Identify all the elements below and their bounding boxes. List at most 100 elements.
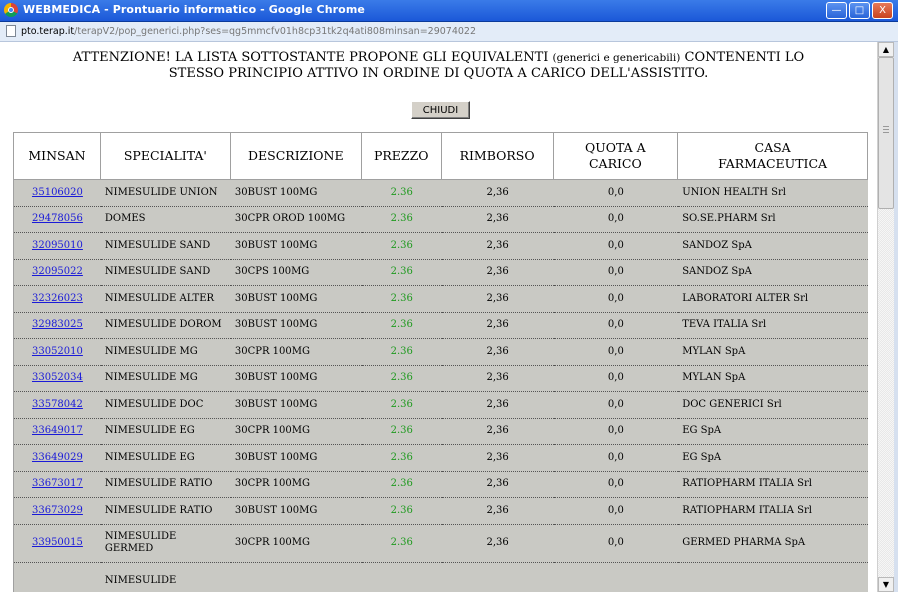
header-specialita[interactable]: SPECIALITA' (100, 132, 231, 180)
table-row: 32095010 NIMESULIDE SAND 30BUST 100MG 2.36 2… (14, 233, 868, 260)
descrizione-cell: 30BUST 100MG (230, 445, 362, 472)
header-quota-line2: CARICO (588, 156, 642, 171)
specialita-cell: NIMESULIDE RATIO (100, 471, 231, 498)
minimize-button[interactable]: — (826, 2, 847, 19)
quota-cell: 0,0 (553, 259, 679, 286)
minsan-link[interactable]: 33052010 (32, 346, 83, 357)
minsan-link[interactable]: 32095022 (32, 266, 83, 277)
page-icon (6, 25, 16, 37)
rimborso-cell: 2,36 (441, 206, 554, 233)
window-border (894, 42, 898, 592)
prezzo-cell: 2.36 (361, 524, 442, 563)
specialita-cell: NIMESULIDE ALTER (100, 286, 231, 313)
specialita-cell: DOMES (100, 206, 231, 233)
casa-cell: SANDOZ SpA (678, 259, 868, 286)
scrollbar-thumb[interactable] (878, 57, 894, 209)
header-casa-line2: FARMACEUTICA (718, 156, 828, 171)
header-descrizione[interactable]: DESCRIZIONE (230, 132, 362, 180)
minsan-link[interactable]: 33950015 (32, 537, 83, 548)
minsan-link[interactable]: 33673029 (32, 505, 83, 516)
descrizione-cell: 30CPR OROD 100MG (230, 206, 362, 233)
maximize-button[interactable]: □ (849, 2, 870, 19)
table-row: 33052010 NIMESULIDE MG 30CPR 100MG 2.36 2,36… (14, 339, 868, 366)
table-row: 33950015 NIMESULIDE GERMED 30CPR 100MG 2.36… (14, 524, 868, 563)
prezzo-cell: 2.36 (361, 312, 442, 339)
table-row: 32095022 NIMESULIDE SAND 30CPS 100MG 2.36 2,… (14, 259, 868, 286)
prezzo-cell: 2.36 (361, 471, 442, 498)
specialita-cell: NIMESULIDE GERMED (100, 524, 231, 563)
specialita-cell: NIMESULIDE EG (100, 418, 231, 445)
rimborso-cell: 2,36 (441, 339, 554, 366)
scroll-up-arrow-icon[interactable]: ▲ (878, 42, 894, 57)
header-quota[interactable]: QUOTA A CARICO (553, 132, 679, 180)
casa-cell: EG SpA (678, 418, 868, 445)
minsan-cell (14, 562, 101, 592)
quota-cell: 0,0 (553, 312, 679, 339)
minsan-cell: 29478056 (14, 206, 101, 233)
casa-cell: GERMED PHARMA SpA (678, 524, 868, 563)
specialita-cell: NIMESULIDE (100, 562, 231, 592)
scroll-down-arrow-icon[interactable]: ▼ (878, 577, 894, 592)
casa-cell: MYLAN SpA (678, 365, 868, 392)
header-casa[interactable]: CASA FARMACEUTICA (678, 132, 868, 180)
minsan-cell: 33649029 (14, 445, 101, 472)
close-window-button[interactable]: X (872, 2, 893, 19)
rimborso-cell: 2,36 (441, 471, 554, 498)
minsan-link[interactable]: 33649017 (32, 425, 83, 436)
casa-cell (678, 562, 868, 592)
prezzo-cell: 2.36 (361, 286, 442, 313)
minsan-cell: 33052010 (14, 339, 101, 366)
specialita-cell: NIMESULIDE DOROM (100, 312, 231, 339)
minsan-link[interactable]: 32326023 (32, 293, 83, 304)
header-rimborso[interactable]: RIMBORSO (441, 132, 554, 180)
table-row: 32983025 NIMESULIDE DOROM 30BUST 100MG 2.36… (14, 312, 868, 339)
minsan-link[interactable]: 32095010 (32, 240, 83, 251)
descrizione-cell: 30BUST 100MG (230, 365, 362, 392)
minsan-link[interactable]: 29478056 (32, 213, 83, 224)
prezzo-cell: 2.36 (361, 392, 442, 419)
address-bar[interactable]: pto.terap.it/terapV2/pop_generici.php?se… (0, 22, 898, 42)
casa-cell: DOC GENERICI Srl (678, 392, 868, 419)
notice-text: ATTENZIONE! LA LISTA SOTTOSTANTE PROPONE… (0, 50, 877, 82)
specialita-cell: NIMESULIDE SAND (100, 233, 231, 260)
minsan-link[interactable]: 33052034 (32, 372, 83, 383)
rimborso-cell: 2,36 (441, 233, 554, 260)
quota-cell: 0,0 (553, 206, 679, 233)
quota-cell: 0,0 (553, 286, 679, 313)
quota-cell: 0,0 (553, 180, 679, 207)
table-row: 33649017 NIMESULIDE EG 30CPR 100MG 2.36 2,36… (14, 418, 868, 445)
quota-cell: 0,0 (553, 365, 679, 392)
url-text[interactable]: pto.terap.it/terapV2/pop_generici.php?se… (21, 26, 476, 37)
quota-cell: 0,0 (553, 233, 679, 260)
window-titlebar: WEBMEDICA - Prontuario informatico - Goo… (0, 0, 898, 22)
minsan-cell: 32983025 (14, 312, 101, 339)
specialita-cell: NIMESULIDE RATIO (100, 498, 231, 525)
rimborso-cell: 2,36 (441, 498, 554, 525)
minsan-link[interactable]: 35106020 (32, 187, 83, 198)
descrizione-cell (230, 562, 362, 592)
notice-line1-end: CONTENENTI LO (684, 50, 805, 65)
minsan-link[interactable]: 33578042 (32, 399, 83, 410)
minsan-link[interactable]: 33673017 (32, 478, 83, 489)
quota-cell: 0,0 (553, 445, 679, 472)
table-row: 29478056 DOMES 30CPR OROD 100MG 2.36 2,36 0,0… (14, 206, 868, 233)
rimborso-cell: 2,36 (441, 392, 554, 419)
prezzo-cell: 2.36 (361, 259, 442, 286)
chiudi-button[interactable]: CHIUDI (411, 101, 470, 119)
descrizione-cell: 30BUST 100MG (230, 286, 362, 313)
prezzo-cell: 2.36 (361, 339, 442, 366)
minsan-cell: 33950015 (14, 524, 101, 563)
minsan-link[interactable]: 33649029 (32, 452, 83, 463)
prezzo-cell: 2.36 (361, 206, 442, 233)
vertical-scrollbar[interactable]: ▲ ▼ (877, 42, 894, 592)
descrizione-cell: 30CPR 100MG (230, 524, 362, 563)
minsan-link[interactable]: 32983025 (32, 319, 83, 330)
rimborso-cell: 2,36 (441, 180, 554, 207)
window-title: WEBMEDICA - Prontuario informatico - Goo… (23, 3, 365, 16)
quota-cell: 0,0 (553, 524, 679, 563)
header-prezzo[interactable]: PREZZO (361, 132, 442, 180)
specialita-cell: NIMESULIDE DOC (100, 392, 231, 419)
rimborso-cell: 2,36 (441, 365, 554, 392)
header-minsan[interactable]: MINSAN (14, 132, 101, 180)
descrizione-cell: 30BUST 100MG (230, 392, 362, 419)
